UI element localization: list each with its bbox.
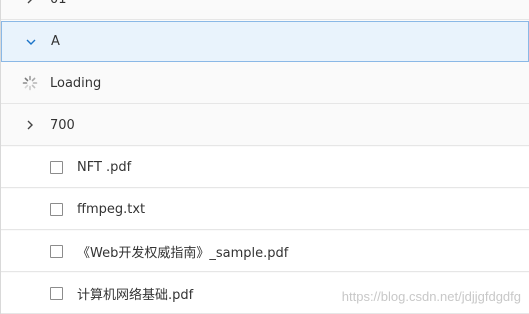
tree-row-label: 《Web开发权威指南》_sample.pdf [77,245,289,261]
tree-row-loading: Loading [1,63,529,104]
tree-row-label: NFT .pdf [77,159,132,175]
tree-row-a[interactable]: A [1,21,529,62]
tree-row-label: ffmpeg.txt [77,201,146,217]
tree-row-file[interactable]: NFT .pdf [1,147,529,188]
loading-spinner-icon [21,75,38,92]
tree-row-label: Loading [50,75,102,91]
chevron-right-icon[interactable] [21,117,38,134]
tree-row-file[interactable]: ffmpeg.txt [1,189,529,230]
tree-row-01[interactable]: 01 [1,0,529,20]
tree-row-label: 01 [50,0,67,7]
tree-row-file[interactable]: 《Web开发权威指南》_sample.pdf [1,231,529,272]
chevron-right-icon[interactable] [21,0,38,8]
tree-row-700[interactable]: 700 [1,105,529,146]
tree-row-label: A [51,34,60,49]
file-tree: 01 A Loading [0,0,529,314]
file-checkbox[interactable] [50,286,63,300]
file-checkbox[interactable] [50,244,63,258]
watermark-text: https://blog.csdn.net/jdjjgfdgdfg [341,289,521,304]
file-checkbox[interactable] [50,202,63,216]
tree-row-label: 计算机网络基础.pdf [77,287,194,303]
tree-row-label: 700 [50,117,75,133]
file-checkbox[interactable] [50,160,63,174]
chevron-down-icon[interactable] [22,33,39,50]
